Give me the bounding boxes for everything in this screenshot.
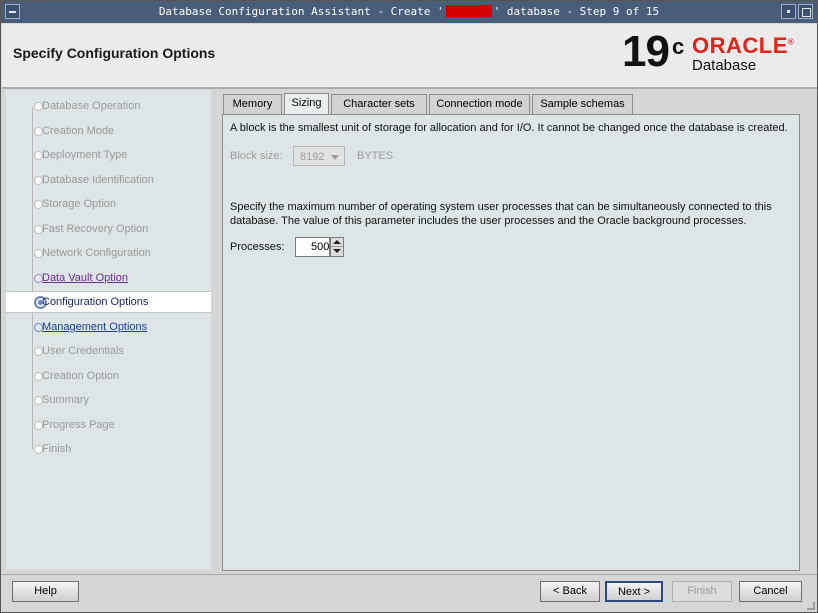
nav-step-management-options[interactable]: Management Options	[18, 317, 211, 339]
tab-sample-schemas[interactable]: Sample schemas	[532, 94, 633, 114]
logo-version-sup: c	[672, 34, 685, 59]
window-title-suffix: ' database - Step 9 of 15	[493, 5, 660, 18]
tab-memory[interactable]: Memory	[223, 94, 282, 114]
nav-step-deployment-type: Deployment Type	[18, 145, 211, 167]
resize-grip-icon[interactable]	[807, 602, 815, 610]
title-bar[interactable]: Database Configuration Assistant - Creat…	[1, 1, 817, 23]
nav-step-database-identification: Database Identification	[18, 170, 211, 192]
block-size-unit: BYTES	[357, 150, 394, 162]
block-size-value: 8192	[300, 151, 325, 163]
nav-step-creation-mode: Creation Mode	[18, 121, 211, 143]
spin-up-icon[interactable]	[331, 238, 343, 247]
header-separator	[2, 87, 817, 89]
processes-label: Processes:	[230, 241, 285, 253]
processes-description-line1: Specify the maximum number of operating …	[230, 201, 772, 213]
sizing-panel	[222, 114, 800, 571]
cancel-button[interactable]: Cancel	[739, 581, 802, 602]
window-title: Database Configuration Assistant - Creat…	[1, 5, 817, 18]
nav-step-database-operation: Database Operation	[18, 96, 211, 118]
finish-button: Finish	[672, 581, 732, 602]
chevron-down-icon	[331, 155, 339, 160]
nav-step-summary: Summary	[18, 390, 211, 412]
tab-character-sets[interactable]: Character sets	[331, 94, 427, 114]
nav-step-network-configuration: Network Configuration	[18, 243, 211, 265]
nav-step-configuration-options[interactable]: Configuration Options	[6, 291, 211, 313]
page-title: Specify Configuration Options	[13, 45, 216, 61]
dbca-window: Database Configuration Assistant - Creat…	[0, 0, 818, 613]
footer-separator	[2, 574, 817, 575]
block-size-select: 8192	[293, 146, 345, 166]
nav-step-user-credentials: User Credentials	[18, 341, 211, 363]
nav-step-fast-recovery-option: Fast Recovery Option	[18, 219, 211, 241]
next-button[interactable]: Next >	[605, 581, 663, 602]
nav-step-creation-option: Creation Option	[18, 366, 211, 388]
processes-input[interactable]: 500	[295, 237, 330, 257]
tab-connection-mode[interactable]: Connection mode	[429, 94, 530, 114]
maximize-icon[interactable]	[798, 4, 813, 19]
help-button[interactable]: Help	[12, 581, 79, 602]
block-size-label: Block size:	[230, 150, 283, 162]
processes-description-line2: database. The value of this parameter in…	[230, 215, 747, 227]
header-band: Specify Configuration Options 19 c ORACL…	[2, 24, 817, 87]
back-button[interactable]: < Back	[540, 581, 600, 602]
processes-spinner-buttons[interactable]	[330, 237, 344, 257]
logo-version: 19	[622, 27, 670, 76]
nav-step-storage-option: Storage Option	[18, 194, 211, 216]
nav-step-progress-page: Progress Page	[18, 415, 211, 437]
nav-step-finish: Finish	[18, 439, 211, 461]
logo-product: Database	[692, 57, 757, 74]
minimize-icon[interactable]	[781, 4, 796, 19]
redacted-db-name	[445, 5, 492, 17]
tab-sizing[interactable]: Sizing	[284, 93, 329, 115]
block-size-description: A block is the smallest unit of storage …	[230, 122, 788, 134]
oracle-19c-logo: 19 c ORACLE® Database	[622, 27, 807, 79]
spin-down-icon[interactable]	[331, 247, 343, 256]
window-title-prefix: Database Configuration Assistant - Creat…	[158, 5, 444, 18]
processes-spinner[interactable]: 500	[295, 237, 346, 257]
nav-step-data-vault-option[interactable]: Data Vault Option	[18, 268, 211, 290]
logo-brand: ORACLE®	[692, 33, 795, 58]
